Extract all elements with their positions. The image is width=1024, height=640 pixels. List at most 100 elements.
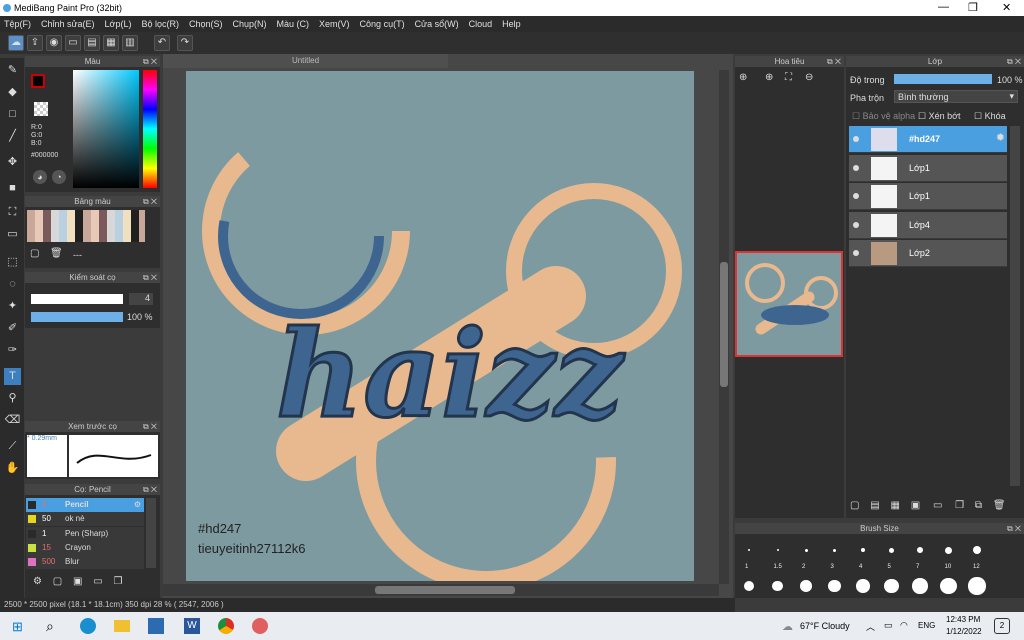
new-halftone-layer-icon[interactable]: ▤ (870, 500, 879, 511)
gear-icon[interactable]: ⚙ (134, 498, 141, 512)
protect-alpha-checkbox[interactable]: ☐ Bảo vệ alpha (852, 111, 915, 122)
operation-tool-icon[interactable]: ⚲ (4, 390, 21, 407)
canvas-tab[interactable]: Untitled (163, 54, 448, 68)
brush-size-dot[interactable] (800, 580, 812, 592)
fit-window-icon[interactable]: ⛶ (785, 72, 792, 83)
brush-size-dot[interactable] (804, 548, 808, 552)
move-tool-icon[interactable]: ✥ (4, 154, 21, 171)
new-palette-icon[interactable]: ▢ (30, 248, 39, 259)
new-brush-icon[interactable]: ▢ (53, 576, 62, 587)
panel-close-icon[interactable]: ⧉ ✕ (143, 421, 157, 432)
notification-icon[interactable]: 2 (994, 618, 1010, 634)
language-indicator[interactable]: ENG (918, 621, 935, 630)
zoom-plus-icon[interactable]: ⊕ (765, 72, 773, 83)
menu-select[interactable]: Chọn(S) (189, 19, 223, 29)
layer-row[interactable]: Lớp4 (849, 211, 1007, 239)
divide-tool-icon[interactable]: ⌫ (4, 412, 21, 429)
canvas-vertical-scrollbar[interactable] (719, 70, 729, 584)
lock-checkbox[interactable]: ☐ Khóa (974, 111, 1006, 122)
gear-icon[interactable]: ✹ (996, 131, 1005, 144)
panel-close-icon[interactable]: ⧉ ✕ (143, 484, 157, 495)
brush-size-dot[interactable] (884, 578, 899, 594)
chrome-icon[interactable] (218, 618, 234, 634)
menu-layer[interactable]: Lớp(L) (105, 19, 132, 29)
palette-settings-icon[interactable]: ◔ (52, 170, 66, 184)
layer-row[interactable]: Lớp1 (849, 154, 1007, 182)
file-explorer-icon[interactable] (114, 620, 130, 632)
menu-file[interactable]: Tệp(F) (4, 19, 31, 29)
brush-list-item[interactable]: 1 Pen (Sharp) (26, 526, 144, 541)
brush-size-dot[interactable] (828, 579, 841, 593)
new-layer-icon[interactable]: ▢ (850, 500, 859, 511)
new-8bit-layer-icon[interactable]: ▦ (890, 500, 899, 511)
background-color-swatch[interactable] (34, 102, 48, 116)
export-icon[interactable]: ⇪ (27, 35, 43, 51)
brush-size-dot[interactable] (861, 548, 865, 552)
undo-icon[interactable]: ↶ (154, 35, 170, 51)
select-pen-icon[interactable]: ✐ (4, 320, 21, 337)
brush-list-item[interactable]: 15 Crayon (26, 540, 144, 555)
hand-tool-icon[interactable]: ✋ (4, 460, 21, 477)
chat-icon[interactable]: ◉ (46, 35, 62, 51)
brush-folder-icon[interactable]: ▭ (93, 576, 102, 587)
folder-icon[interactable]: ▭ (933, 500, 942, 511)
visibility-icon[interactable] (853, 193, 859, 199)
eraser-tool-icon[interactable]: ◆ (4, 84, 21, 101)
duplicate-layer-icon[interactable]: ❐ (955, 500, 964, 511)
foreground-color-swatch[interactable] (31, 74, 45, 88)
blend-select[interactable]: Bình thường ▾ (894, 90, 1018, 103)
select-tool-icon[interactable]: ⬚ (4, 254, 21, 271)
brush-size-dot[interactable] (973, 546, 981, 554)
panel-close-icon[interactable]: ⧉ ✕ (1007, 56, 1021, 67)
redo-icon[interactable]: ↷ (177, 35, 193, 51)
brush-size-value[interactable]: 4 (129, 293, 153, 305)
delete-palette-icon[interactable]: 🗑 (50, 248, 63, 259)
brush-size-dot[interactable] (776, 549, 779, 551)
brush-size-dot[interactable] (968, 577, 986, 595)
store-icon[interactable] (148, 618, 164, 634)
close-icon[interactable]: ✕ (1002, 1, 1011, 14)
visibility-icon[interactable] (853, 136, 859, 142)
rectangle-tool-icon[interactable]: □ (4, 106, 21, 123)
menu-tools[interactable]: Công cụ(T) (360, 19, 405, 29)
palette-swatches[interactable] (27, 210, 145, 242)
brush-list-item[interactable]: 4 Pencil ⚙ (26, 498, 144, 512)
brush-list-scrollbar[interactable] (146, 498, 156, 568)
panel-close-icon[interactable]: ⧉ ✕ (143, 196, 157, 207)
zoom-in-icon[interactable]: ⊕ (739, 72, 747, 83)
brush-size-dot[interactable] (856, 579, 870, 593)
line-tool-icon[interactable]: ╱ (4, 128, 21, 145)
menu-help[interactable]: Help (502, 19, 521, 29)
hue-slider[interactable] (143, 70, 157, 188)
brush-size-dot[interactable] (748, 549, 750, 551)
magic-wand-icon[interactable]: ✦ (4, 298, 21, 315)
menu-snap[interactable]: Chụp(N) (233, 19, 267, 29)
medibang-icon[interactable] (252, 618, 268, 634)
search-icon[interactable]: ⌕ (46, 618, 54, 635)
maximize-icon[interactable]: ❐ (968, 1, 978, 14)
panel-close-icon[interactable]: ⧉ ✕ (143, 56, 157, 67)
visibility-icon[interactable] (853, 250, 859, 256)
weather-text[interactable]: 67°F Cloudy (800, 621, 850, 631)
menu-color[interactable]: Màu (C) (277, 19, 310, 29)
brush-list-item[interactable]: 50 ok nè (26, 512, 144, 527)
horizontal-scroll-thumb[interactable] (375, 586, 515, 594)
visibility-icon[interactable] (853, 221, 859, 228)
brush-size-dot[interactable] (940, 577, 957, 595)
layer-row[interactable]: Lớp2 (849, 240, 1007, 267)
brush-size-dot[interactable] (889, 547, 894, 553)
clock-time[interactable]: 12:43 PM (946, 615, 980, 624)
clipping-checkbox[interactable]: ☐ Xén bớt (918, 111, 961, 122)
menu-cloud[interactable]: Cloud (469, 19, 493, 29)
document-icon[interactable]: ▤ (84, 35, 100, 51)
brush-opacity-slider[interactable] (31, 312, 123, 322)
vertical-scroll-thumb[interactable] (720, 262, 728, 387)
bucket-tool-icon[interactable]: ⛶ (4, 204, 21, 221)
text-tool-icon[interactable]: T (4, 368, 21, 385)
grid-icon[interactable]: ▦ (103, 35, 119, 51)
canvas-horizontal-scrollbar[interactable] (163, 584, 719, 596)
brush-tool-icon[interactable]: ✎ (4, 62, 21, 79)
lasso-tool-icon[interactable]: ◌ (4, 276, 21, 293)
add-brush-icon[interactable]: ▣ (73, 576, 82, 587)
windows-start-icon[interactable]: ⊞ (12, 619, 23, 635)
